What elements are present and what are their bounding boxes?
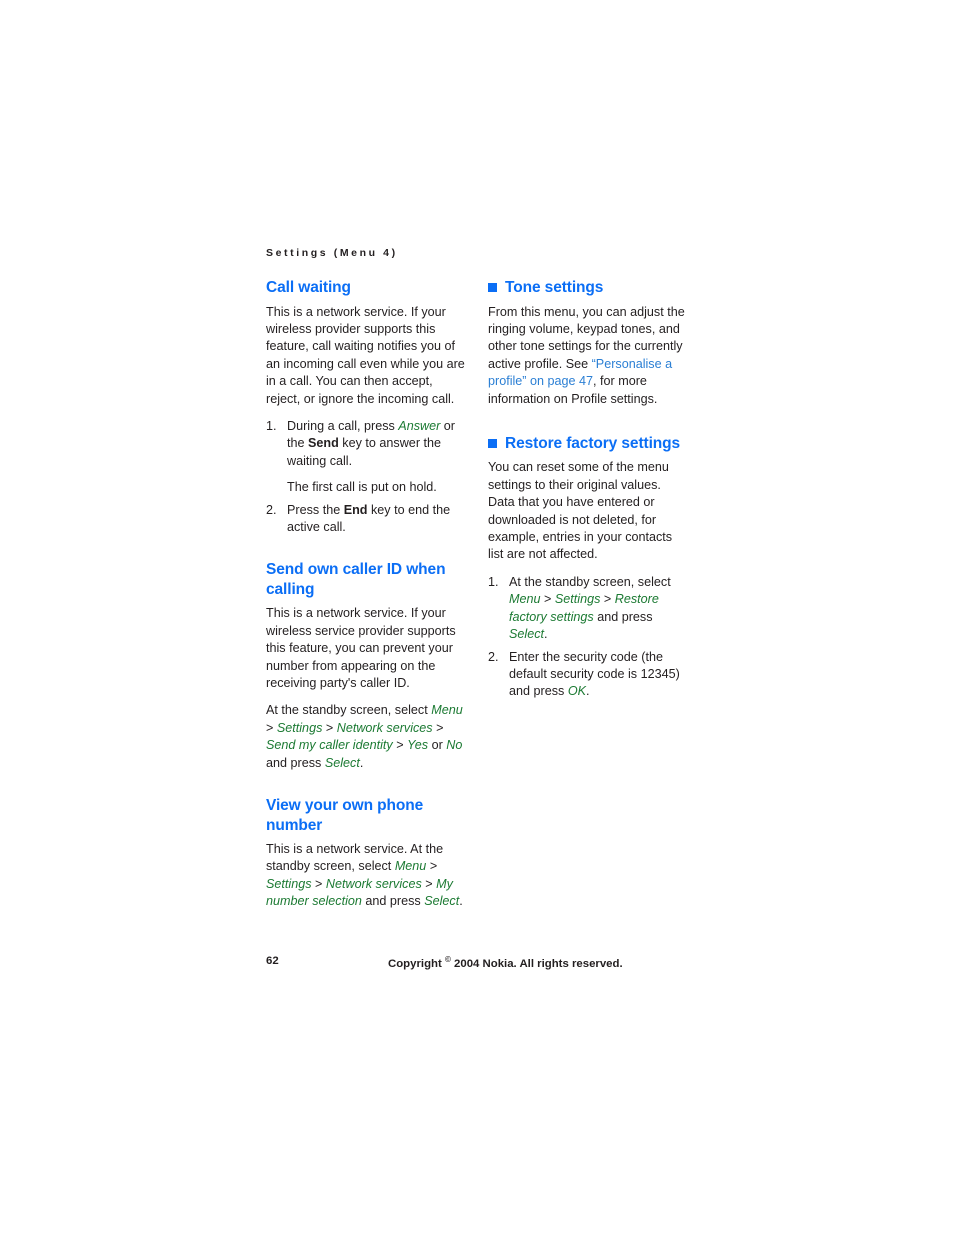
text-run: Select — [509, 627, 545, 642]
copyright-notice: Copyright © 2004 Nokia. All rights reser… — [388, 955, 623, 970]
text-run: and press — [266, 755, 325, 770]
text-run: At the standby screen, select — [266, 703, 432, 718]
left-column: Call waiting This is a network service. … — [266, 278, 466, 921]
text-run: During a call, press — [287, 418, 399, 433]
text-run: OK — [567, 684, 587, 699]
text-run: At the standby screen, select — [509, 574, 671, 589]
page-number: 62 — [266, 955, 279, 967]
text-run: End — [343, 502, 368, 517]
menu-path-send-own-caller-id: At the standby screen, select Menu > Set… — [266, 702, 466, 772]
text-run: > — [392, 738, 408, 753]
heading-tone-settings: Tone settings — [488, 278, 688, 298]
text-run: Send — [308, 436, 339, 451]
heading-view-own-phone-number: View your own phone number — [266, 797, 424, 834]
step-text: At the standby screen, select Menu > Set… — [509, 574, 688, 644]
text-run: > — [421, 876, 437, 891]
paragraph-call-waiting: This is a network service. If your wirel… — [266, 304, 465, 406]
steps-call-waiting: 1. During a call, press Answer or the Se… — [266, 418, 466, 536]
text-run: > — [600, 592, 615, 607]
heading-restore-factory-settings: Restore factory settings — [488, 434, 688, 454]
text-run: Menu — [509, 592, 541, 607]
blue-square-bullet-icon — [488, 438, 497, 448]
text-run: > — [540, 592, 555, 607]
text-run: and press — [361, 894, 425, 909]
step-followup-text: The first call is put on hold. — [287, 480, 437, 495]
text-run: . — [544, 627, 548, 642]
text-run: . — [459, 894, 463, 909]
text-run: Answer — [398, 418, 441, 433]
text-run: Select — [324, 755, 360, 770]
text-run: . — [359, 755, 364, 770]
menu-path-view-own-phone-number: This is a network service. At the standb… — [266, 841, 466, 911]
text-run: > — [266, 720, 277, 735]
text-run: Network services — [336, 720, 433, 735]
text-run: Select — [424, 894, 460, 909]
text-run: Settings — [554, 592, 601, 607]
text-run: Enter the security code (the default sec… — [509, 649, 680, 699]
paragraph-tone-settings: From this menu, you can adjust the ringi… — [488, 304, 688, 408]
text-run: or — [428, 738, 447, 753]
paragraph-restore-factory-settings: You can reset some of the menu settings … — [488, 460, 673, 562]
heading-label: Tone settings — [505, 279, 604, 296]
text-run: Settings — [276, 720, 323, 735]
text-run: No — [446, 738, 463, 753]
text-run: > — [432, 720, 444, 735]
step-number: 2. — [488, 649, 499, 664]
heading-call-waiting: Call waiting — [266, 279, 351, 296]
paragraph-send-own-caller-id: This is a network service. If your wirel… — [266, 606, 456, 690]
heading-send-own-caller-id: Send own caller ID when calling — [266, 561, 446, 598]
heading-label: Restore factory settings — [505, 434, 681, 452]
step-number: 1. — [266, 418, 277, 433]
manual-page: Settings (Menu 4) Call waiting This is a… — [0, 0, 954, 1235]
list-item: 2. Press the End key to end the active c… — [266, 502, 466, 537]
text-run: > — [311, 876, 326, 891]
list-item: 1. During a call, press Answer or the Se… — [266, 418, 466, 497]
step-text: Enter the security code (the default sec… — [509, 649, 688, 701]
list-item: 1. At the standby screen, select Menu > … — [488, 574, 688, 644]
steps-restore-factory-settings: 1. At the standby screen, select Menu > … — [488, 574, 688, 701]
blue-square-bullet-icon — [488, 283, 497, 292]
text-run: and press — [593, 609, 653, 624]
text-run: Press the — [287, 502, 344, 517]
list-item: 2. Enter the security code (the default … — [488, 649, 688, 701]
step-number: 1. — [488, 574, 499, 589]
step-text: Press the End key to end the active call… — [287, 502, 466, 537]
text-run: > — [426, 859, 438, 874]
text-run: Yes — [407, 738, 429, 753]
text-run: . — [586, 684, 590, 699]
text-run: Menu — [394, 859, 427, 874]
running-header: Settings (Menu 4) — [266, 247, 398, 259]
text-run: Send my caller identity — [266, 738, 393, 753]
text-run: Menu — [431, 703, 463, 718]
text-run: Network services — [325, 876, 422, 891]
step-number: 2. — [266, 502, 277, 517]
right-column: Tone settings From this menu, you can ad… — [488, 278, 688, 706]
text-run: Settings — [266, 876, 312, 891]
text-run: > — [322, 720, 337, 735]
step-text: During a call, press Answer or the Send … — [287, 418, 466, 470]
